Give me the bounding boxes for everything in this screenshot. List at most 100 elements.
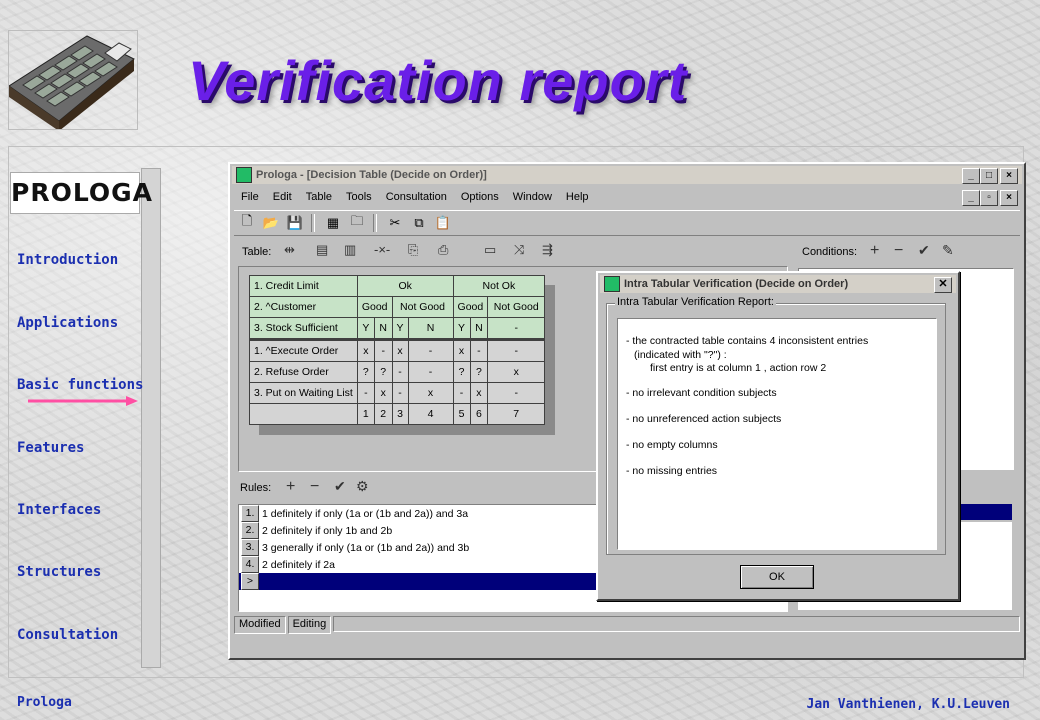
menu-table[interactable]: Table	[306, 191, 332, 203]
nav-features[interactable]: Features	[17, 440, 84, 456]
action-label[interactable]: 2. Refuse Order	[249, 361, 358, 383]
add-icon[interactable]: +	[870, 242, 879, 260]
column-number[interactable]: 3	[391, 403, 409, 425]
column-number[interactable]: 7	[487, 403, 546, 425]
condition-entry[interactable]: Y	[356, 317, 375, 340]
menu-options[interactable]: Options	[461, 191, 499, 203]
condition-entry[interactable]: Not Good	[391, 296, 454, 318]
column-number[interactable]: 2	[373, 403, 393, 425]
action-entry[interactable]: ?	[452, 361, 471, 383]
menu-tools[interactable]: Tools	[346, 191, 372, 203]
action-entry[interactable]: -	[391, 361, 409, 383]
check-rule-icon[interactable]: ✔	[334, 478, 346, 495]
delete-icon[interactable]: -×-	[374, 242, 390, 257]
action-entry[interactable]: x	[469, 382, 489, 404]
column-number[interactable]: 5	[452, 403, 471, 425]
arrange-icon[interactable]: ⇶	[542, 242, 553, 258]
menu-edit[interactable]: Edit	[273, 191, 292, 203]
action-entry[interactable]: x	[407, 382, 454, 404]
window-titlebar[interactable]: Prologa - [Decision Table (Decide on Ord…	[232, 166, 1022, 184]
open-folder-icon[interactable]: 📂	[260, 213, 282, 233]
decision-table: 1. Credit Limit Ok Not Ok 2. ^Customer G…	[249, 275, 546, 425]
condition-entry[interactable]: N	[469, 317, 489, 340]
action-entry[interactable]: ?	[469, 361, 489, 383]
condition-entry[interactable]: Good	[452, 296, 489, 318]
condition-label[interactable]: 1. Credit Limit	[249, 275, 358, 297]
shuffle-icon[interactable]: ⤨	[514, 242, 524, 258]
action-entry[interactable]: ?	[373, 361, 393, 383]
action-entry[interactable]: -	[373, 338, 393, 362]
new-file-icon[interactable]: 🗋	[236, 213, 258, 233]
nav-introduction[interactable]: Introduction	[17, 252, 118, 268]
check-icon[interactable]: ✔	[918, 242, 930, 259]
dialog-close-icon[interactable]: ✕	[934, 277, 952, 293]
expand-icon[interactable]: ⇹	[284, 242, 295, 258]
condition-entry[interactable]: -	[487, 317, 546, 340]
copy-icon[interactable]: ⧉	[408, 213, 430, 233]
action-entry[interactable]: x	[373, 382, 393, 404]
action-entry[interactable]: -	[469, 338, 489, 362]
menu-help[interactable]: Help	[566, 191, 589, 203]
close-button[interactable]: ×	[1000, 168, 1018, 184]
condition-entry[interactable]: N	[373, 317, 393, 340]
menu-consultation[interactable]: Consultation	[386, 191, 447, 203]
grid-alt-icon[interactable]: ▥	[344, 242, 356, 258]
gear-icon[interactable]: ⚙	[356, 478, 369, 495]
nav-interfaces[interactable]: Interfaces	[17, 502, 101, 518]
prologa-wordmark: PROLOGA	[10, 172, 152, 214]
nav-applications[interactable]: Applications	[17, 315, 118, 331]
nav-structures[interactable]: Structures	[17, 564, 101, 580]
action-entry[interactable]: -	[452, 382, 471, 404]
column-number[interactable]: 1	[356, 403, 375, 425]
condition-entry[interactable]: N	[407, 317, 454, 340]
action-entry[interactable]: -	[407, 338, 454, 362]
action-entry[interactable]: x	[487, 361, 546, 383]
grid-icon[interactable]: ▤	[316, 242, 328, 258]
menu-file[interactable]: File	[241, 191, 259, 203]
action-entry[interactable]: ?	[356, 361, 375, 383]
table-icon[interactable]: ▦	[322, 213, 344, 233]
column-number[interactable]: 6	[469, 403, 489, 425]
condition-entry[interactable]: Y	[452, 317, 471, 340]
minimize-button[interactable]: _	[962, 168, 980, 184]
condition-entry[interactable]: Not Ok	[452, 275, 546, 297]
condition-label[interactable]: 2. ^Customer	[249, 296, 358, 318]
action-label[interactable]: 1. ^Execute Order	[249, 338, 358, 362]
disk-icon[interactable]: ▭	[484, 242, 496, 258]
nav-basic-functions[interactable]: Basic functions	[17, 377, 143, 393]
column-number[interactable]: 4	[407, 403, 454, 425]
window-title: Prologa - [Decision Table (Decide on Ord…	[256, 169, 487, 181]
ok-button[interactable]: OK	[740, 565, 814, 589]
print-icon[interactable]: ⎙	[438, 242, 448, 258]
menu-window[interactable]: Window	[513, 191, 552, 203]
edit-icon[interactable]: ✎	[942, 242, 954, 259]
action-entry[interactable]: x	[452, 338, 471, 362]
maximize-button[interactable]: □	[980, 168, 998, 184]
paste-icon[interactable]: 📋	[432, 213, 454, 233]
condition-entry[interactable]: Y	[391, 317, 409, 340]
condition-label[interactable]: 3. Stock Sufficient	[249, 317, 358, 340]
action-entry[interactable]: -	[356, 382, 375, 404]
action-label[interactable]: 3. Put on Waiting List	[249, 382, 358, 404]
action-entry[interactable]: x	[356, 338, 375, 362]
condition-entry[interactable]: Good	[356, 296, 393, 318]
doc-icon[interactable]: ⎘	[408, 242, 418, 258]
condition-entry[interactable]: Not Good	[487, 296, 546, 318]
save-icon[interactable]: 💾	[284, 213, 306, 233]
remove-icon[interactable]: −	[894, 242, 903, 260]
doc-close-button[interactable]: ×	[1000, 190, 1018, 206]
action-entry[interactable]: -	[391, 382, 409, 404]
condition-entry[interactable]: Ok	[356, 275, 454, 297]
report-text-box[interactable]: - the contracted table contains 4 incons…	[617, 318, 937, 550]
action-entry[interactable]: -	[487, 338, 546, 362]
cut-icon[interactable]: ✂	[384, 213, 406, 233]
action-entry[interactable]: x	[391, 338, 409, 362]
doc-minimize-button[interactable]: _	[962, 190, 980, 206]
folder-table-icon[interactable]: 🗀	[346, 213, 368, 233]
remove-rule-icon[interactable]: −	[310, 478, 319, 496]
dialog-titlebar[interactable]: Intra Tabular Verification (Decide on Or…	[600, 275, 956, 293]
action-entry[interactable]: -	[407, 361, 454, 383]
action-entry[interactable]: -	[487, 382, 546, 404]
doc-restore-button[interactable]: ▫	[980, 190, 998, 206]
add-rule-icon[interactable]: +	[286, 478, 295, 496]
